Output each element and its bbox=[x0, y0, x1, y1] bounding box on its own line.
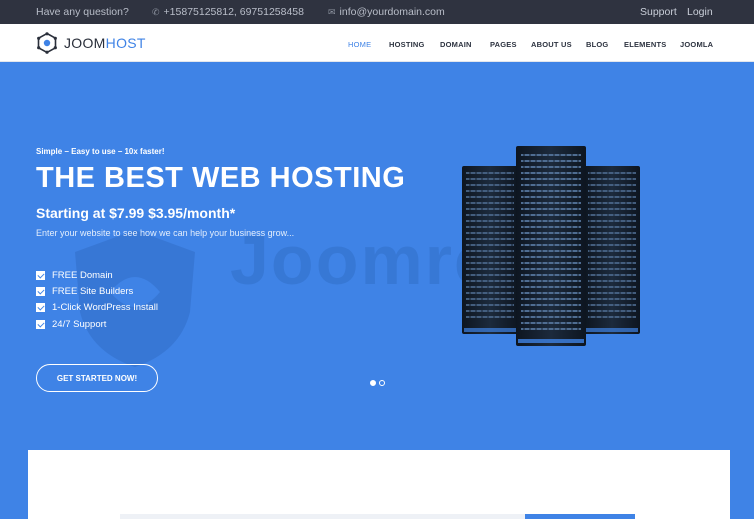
hero-price: Starting at $7.99 $3.95/month* bbox=[36, 205, 235, 221]
check-icon bbox=[36, 303, 45, 313]
login-link[interactable]: Login bbox=[687, 6, 713, 18]
slider-dots bbox=[370, 380, 385, 386]
feature-label: 24/7 Support bbox=[52, 318, 107, 330]
nav-domain[interactable]: DOMAIN bbox=[440, 40, 472, 49]
nav-home[interactable]: HOME bbox=[348, 40, 371, 49]
top-bar: Have any question? ✆ +15875125812, 69751… bbox=[0, 0, 754, 24]
feature-label: 1-Click WordPress Install bbox=[52, 302, 158, 314]
search-button-strip[interactable] bbox=[525, 514, 635, 519]
mail-icon: ✉ bbox=[328, 6, 336, 17]
logo-text: JOOMHOST bbox=[64, 35, 146, 51]
check-icon bbox=[36, 319, 45, 329]
site-header: JOOMHOST HOME HOSTING DOMAIN PAGES ABOUT… bbox=[0, 24, 754, 62]
logo-hexagon-icon bbox=[37, 32, 57, 54]
feature-label: FREE Domain bbox=[52, 269, 113, 281]
feature-list: FREE Domain FREE Site Builders 1-Click W… bbox=[36, 267, 158, 332]
get-started-button[interactable]: GET STARTED NOW! bbox=[36, 364, 158, 392]
phone-icon: ✆ bbox=[152, 6, 160, 17]
phone-text: +15875125812, 69751258458 bbox=[163, 6, 304, 18]
site-logo[interactable]: JOOMHOST bbox=[36, 32, 146, 54]
hero-slider: Joomreaid Simple – Easy to use – 10x fas… bbox=[0, 62, 754, 450]
check-icon bbox=[36, 270, 45, 280]
feature-label: FREE Site Builders bbox=[52, 285, 134, 297]
check-icon bbox=[36, 286, 45, 296]
search-field-strip[interactable] bbox=[120, 514, 525, 519]
email-text[interactable]: info@yourdomain.com bbox=[340, 6, 445, 18]
nav-pages[interactable]: PAGES bbox=[490, 40, 517, 49]
content-panel bbox=[28, 450, 730, 519]
feature-item: 24/7 Support bbox=[36, 316, 158, 332]
feature-item: FREE Domain bbox=[36, 267, 158, 283]
feature-item: FREE Site Builders bbox=[36, 283, 158, 299]
feature-item: 1-Click WordPress Install bbox=[36, 300, 158, 316]
question-text: Have any question? bbox=[36, 6, 129, 18]
email-contact[interactable]: ✉ info@yourdomain.com bbox=[328, 6, 445, 18]
phone-contact: ✆ +15875125812, 69751258458 bbox=[152, 6, 304, 18]
logo-text-host: HOST bbox=[105, 35, 146, 51]
price-new: $3.95/month* bbox=[148, 205, 236, 221]
slider-dot-2[interactable] bbox=[379, 380, 385, 386]
nav-elements[interactable]: ELEMENTS bbox=[624, 40, 666, 49]
support-link[interactable]: Support bbox=[640, 6, 677, 18]
nav-about-us[interactable]: ABOUT US bbox=[531, 40, 572, 49]
nav-joomla[interactable]: JOOMLA bbox=[680, 40, 713, 49]
hero-subtext: Enter your website to see how we can hel… bbox=[36, 228, 295, 238]
server-image bbox=[462, 146, 640, 346]
slider-dot-1[interactable] bbox=[370, 380, 376, 386]
price-prefix: Starting at bbox=[36, 205, 106, 221]
hero-tagline: Simple – Easy to use – 10x faster! bbox=[36, 147, 165, 156]
nav-hosting[interactable]: HOSTING bbox=[389, 40, 425, 49]
price-old: $7.99 bbox=[109, 205, 145, 221]
logo-text-joom: JOOM bbox=[64, 35, 106, 51]
nav-blog[interactable]: BLOG bbox=[586, 40, 608, 49]
hero-headline: THE BEST WEB HOSTING bbox=[36, 162, 406, 194]
